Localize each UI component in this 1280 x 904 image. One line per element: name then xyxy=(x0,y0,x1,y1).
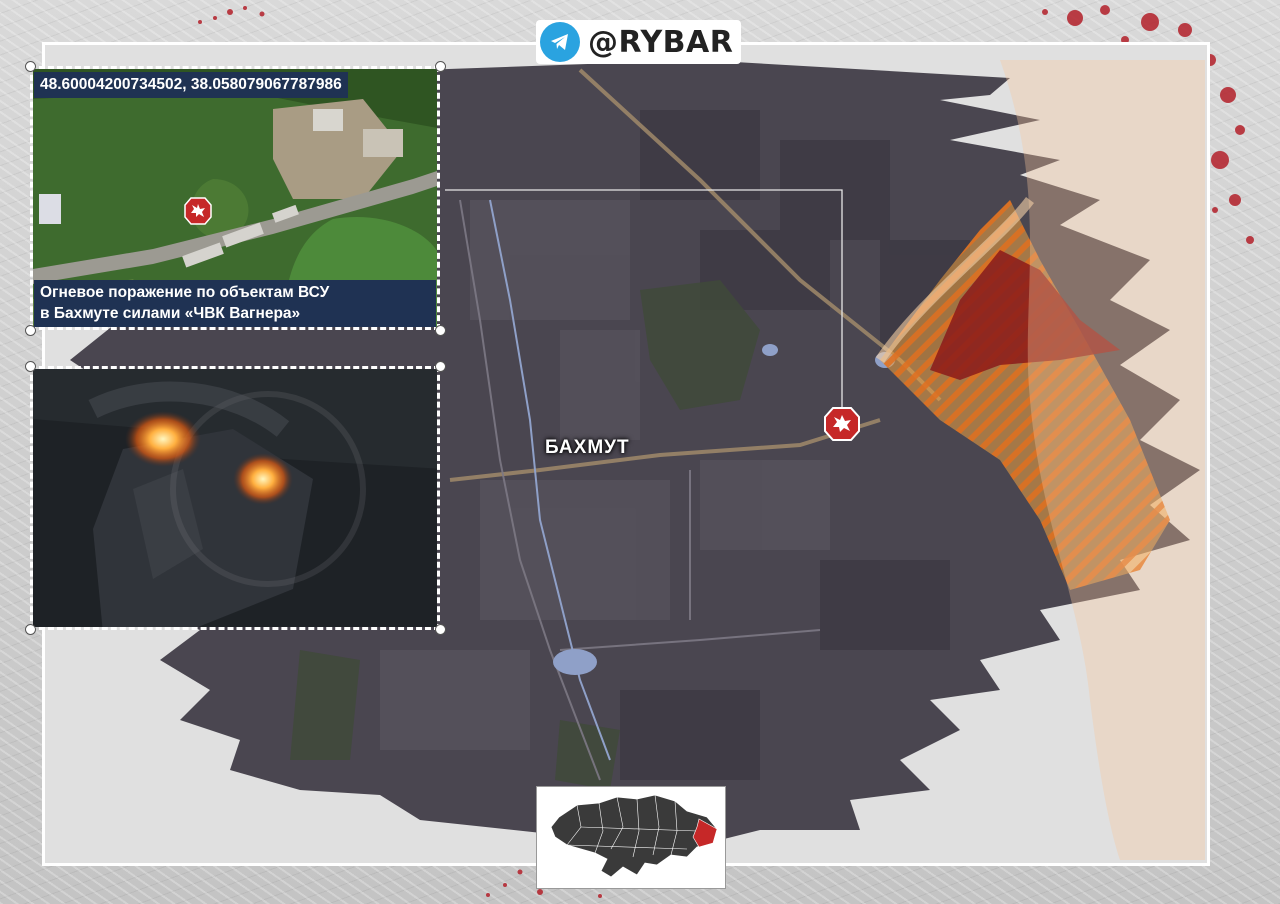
resize-handle[interactable] xyxy=(25,624,36,635)
resize-handle[interactable] xyxy=(25,361,36,372)
ukraine-map-icon xyxy=(550,794,718,878)
resize-handle[interactable] xyxy=(25,325,36,336)
resize-handle[interactable] xyxy=(435,61,446,72)
overview-mini-map xyxy=(536,786,726,889)
strike-caption: Огневое поражение по объектам ВСУ в Бахм… xyxy=(34,280,436,327)
resize-handle[interactable] xyxy=(435,361,446,372)
resize-handle[interactable] xyxy=(435,624,446,635)
city-label-bakhmut: БАХМУТ xyxy=(545,437,630,458)
explosion-icon xyxy=(184,197,212,225)
telegram-icon[interactable] xyxy=(540,22,580,62)
brand-handle[interactable]: @RYBAR xyxy=(588,25,733,60)
resize-handle[interactable] xyxy=(435,325,446,336)
caption-line-2: в Бахмуте силами «ЧВК Вагнера» xyxy=(40,305,301,322)
brand-header: @RYBAR xyxy=(536,20,742,64)
video-inset[interactable] xyxy=(30,366,440,630)
caption-line-1: Огневое поражение по объектам ВСУ xyxy=(40,284,330,301)
strike-marker xyxy=(824,407,860,441)
resize-handle[interactable] xyxy=(25,61,36,72)
drone-footage-image xyxy=(33,369,437,627)
coordinates-label: 48.60004200734502, 38.058079067787986 xyxy=(34,72,348,98)
